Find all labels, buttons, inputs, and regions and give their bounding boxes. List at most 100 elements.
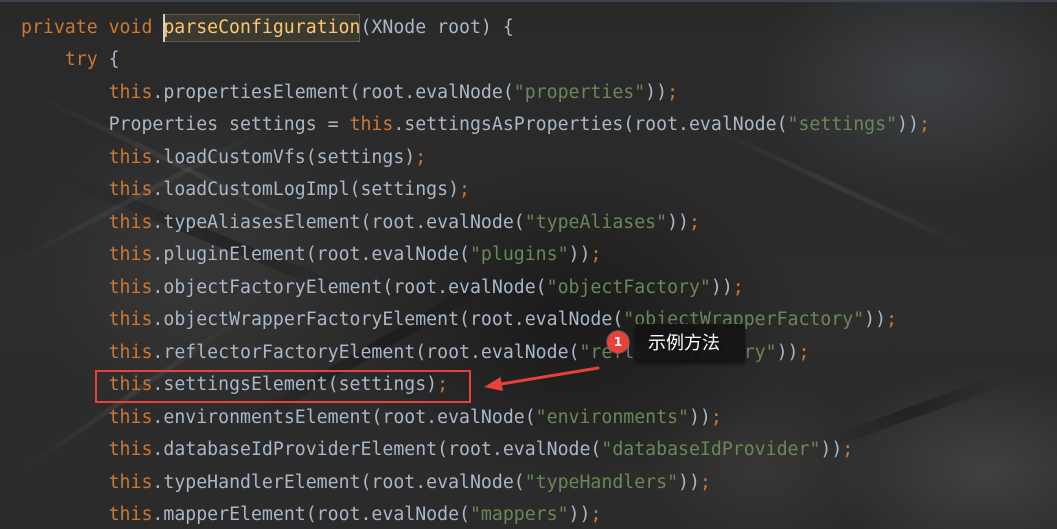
code-token-keyword[interactable]: this — [109, 439, 153, 460]
code-token-keyword[interactable]: private void — [21, 17, 163, 38]
code-line[interactable]: try { — [21, 44, 930, 77]
code-line[interactable]: this.environmentsElement(root.evalNode("… — [21, 402, 930, 435]
code-token-keyword[interactable]: this — [109, 407, 153, 428]
code-token-declaration[interactable]: parseConfiguration — [163, 13, 361, 42]
code-token-keyword[interactable]: ; — [842, 439, 853, 460]
code-token-string[interactable]: "objectFactory" — [547, 277, 711, 298]
code-line[interactable]: this.mapperElement(root.evalNode("mapper… — [21, 499, 930, 528]
code-token-plain[interactable]: )) — [678, 472, 700, 493]
code-token-keyword[interactable]: ; — [886, 309, 897, 330]
code-token-keyword[interactable]: ; — [733, 277, 744, 298]
code-token-keyword[interactable]: this — [109, 147, 153, 168]
code-token-keyword[interactable]: ; — [689, 212, 700, 233]
code-token-plain[interactable]: .environmentsElement(root.evalNode( — [152, 407, 535, 428]
code-token-keyword[interactable]: this — [109, 212, 153, 233]
code-token-string[interactable]: "typeAliases" — [525, 212, 667, 233]
code-token-plain[interactable]: .objectWrapperFactoryElement(root.evalNo… — [152, 309, 623, 330]
code-token-keyword[interactable]: ; — [711, 407, 722, 428]
code-line[interactable]: this.settingsElement(settings); — [21, 369, 930, 404]
code-token-keyword[interactable]: try — [65, 49, 98, 70]
code-area[interactable]: private void parseConfiguration(XNode ro… — [21, 12, 930, 529]
code-token-keyword[interactable]: ; — [798, 342, 809, 363]
code-token-string[interactable]: "databaseIdProvider" — [601, 439, 820, 460]
code-token-keyword[interactable]: this — [109, 277, 153, 298]
code-token-keyword[interactable]: ; — [590, 504, 601, 525]
code-line[interactable]: this.typeHandlerElement(root.evalNode("t… — [21, 467, 930, 500]
code-line[interactable]: this.loadCustomVfs(settings); — [21, 142, 930, 175]
code-token-plain[interactable]: .reflectorFactoryElement(root.evalNode( — [152, 342, 579, 363]
code-token-keyword[interactable]: this — [109, 309, 153, 330]
code-token-plain[interactable]: .propertiesElement(root.evalNode( — [152, 82, 513, 103]
code-token-plain[interactable]: .typeAliasesElement(root.evalNode( — [152, 212, 524, 233]
code-token-keyword[interactable]: this — [350, 114, 394, 135]
code-token-plain[interactable]: .databaseIdProviderElement(root.evalNode… — [152, 439, 601, 460]
code-token-keyword[interactable]: ; — [437, 374, 448, 395]
code-token-plain[interactable]: .typeHandlerElement(root.evalNode( — [152, 472, 524, 493]
code-token-string[interactable]: "properties" — [514, 82, 645, 103]
code-token-plain[interactable]: .settingsAsProperties(root.evalNode( — [393, 114, 787, 135]
code-token-string[interactable]: "typeHandlers" — [525, 472, 678, 493]
code-token-plain[interactable]: (XNode root) { — [360, 17, 513, 38]
code-token-string[interactable]: "settings" — [788, 114, 898, 135]
code-token-keyword[interactable]: this — [109, 342, 153, 363]
code-token-plain[interactable]: Properties settings = — [109, 114, 350, 135]
code-token-keyword[interactable]: this — [109, 244, 153, 265]
code-token-plain[interactable]: )) — [777, 342, 799, 363]
annotation-number: 1 — [613, 335, 623, 349]
code-token-plain[interactable]: )) — [689, 407, 711, 428]
code-token-plain[interactable]: )) — [569, 504, 591, 525]
code-token-plain[interactable]: .loadCustomLogImpl(settings) — [152, 179, 459, 200]
code-token-keyword[interactable]: ; — [919, 114, 930, 135]
code-line[interactable]: this.objectFactoryElement(root.evalNode(… — [21, 272, 930, 305]
code-token-keyword[interactable]: ; — [415, 147, 426, 168]
code-token-plain[interactable]: )) — [569, 244, 591, 265]
code-token-plain[interactable]: .pluginElement(root.evalNode( — [152, 244, 470, 265]
code-line[interactable]: this.objectWrapperFactoryElement(root.ev… — [21, 304, 930, 337]
code-token-keyword[interactable]: this — [109, 472, 153, 493]
code-token-plain[interactable]: )) — [897, 114, 919, 135]
editor-top-border — [0, 0, 1057, 2]
code-editor[interactable]: private void parseConfiguration(XNode ro… — [0, 0, 1057, 529]
code-token-plain[interactable]: )) — [667, 212, 689, 233]
annotation-number-badge: 1 — [607, 331, 629, 353]
code-token-keyword[interactable]: this — [109, 374, 153, 395]
code-token-keyword[interactable]: ; — [459, 179, 470, 200]
code-token-plain[interactable]: )) — [820, 439, 842, 460]
code-token-plain[interactable]: .settingsElement(settings) — [152, 374, 437, 395]
code-token-keyword[interactable]: this — [109, 504, 153, 525]
code-token-plain[interactable]: )) — [645, 82, 667, 103]
code-token-keyword[interactable]: this — [109, 82, 153, 103]
code-token-plain[interactable]: { — [98, 49, 120, 70]
code-line[interactable]: this.pluginElement(root.evalNode("plugin… — [21, 239, 930, 272]
code-token-plain[interactable]: .loadCustomVfs(settings) — [152, 147, 415, 168]
code-token-string[interactable]: "plugins" — [470, 244, 569, 265]
code-token-string[interactable]: "environments" — [536, 407, 689, 428]
code-line[interactable]: this.databaseIdProviderElement(root.eval… — [21, 434, 930, 467]
code-line[interactable]: Properties settings = this.settingsAsPro… — [21, 109, 930, 142]
code-token-plain[interactable]: )) — [864, 309, 886, 330]
code-line[interactable]: this.reflectorFactoryElement(root.evalNo… — [21, 337, 930, 370]
code-line[interactable]: private void parseConfiguration(XNode ro… — [21, 12, 930, 45]
code-line[interactable]: this.loadCustomLogImpl(settings); — [21, 174, 930, 207]
code-token-plain[interactable]: )) — [711, 277, 733, 298]
code-token-plain[interactable]: .mapperElement(root.evalNode( — [152, 504, 470, 525]
code-token-plain[interactable]: .objectFactoryElement(root.evalNode( — [152, 277, 546, 298]
code-token-keyword[interactable]: ; — [700, 472, 711, 493]
code-token-keyword[interactable]: ; — [667, 82, 678, 103]
annotation-label: 示例方法 — [648, 333, 720, 354]
code-token-string[interactable]: "mappers" — [470, 504, 569, 525]
code-token-keyword[interactable]: this — [109, 179, 153, 200]
code-line[interactable]: this.typeAliasesElement(root.evalNode("t… — [21, 207, 930, 240]
code-line[interactable]: this.propertiesElement(root.evalNode("pr… — [21, 77, 930, 110]
code-token-keyword[interactable]: ; — [590, 244, 601, 265]
annotation-label-box: 示例方法 — [635, 324, 745, 363]
